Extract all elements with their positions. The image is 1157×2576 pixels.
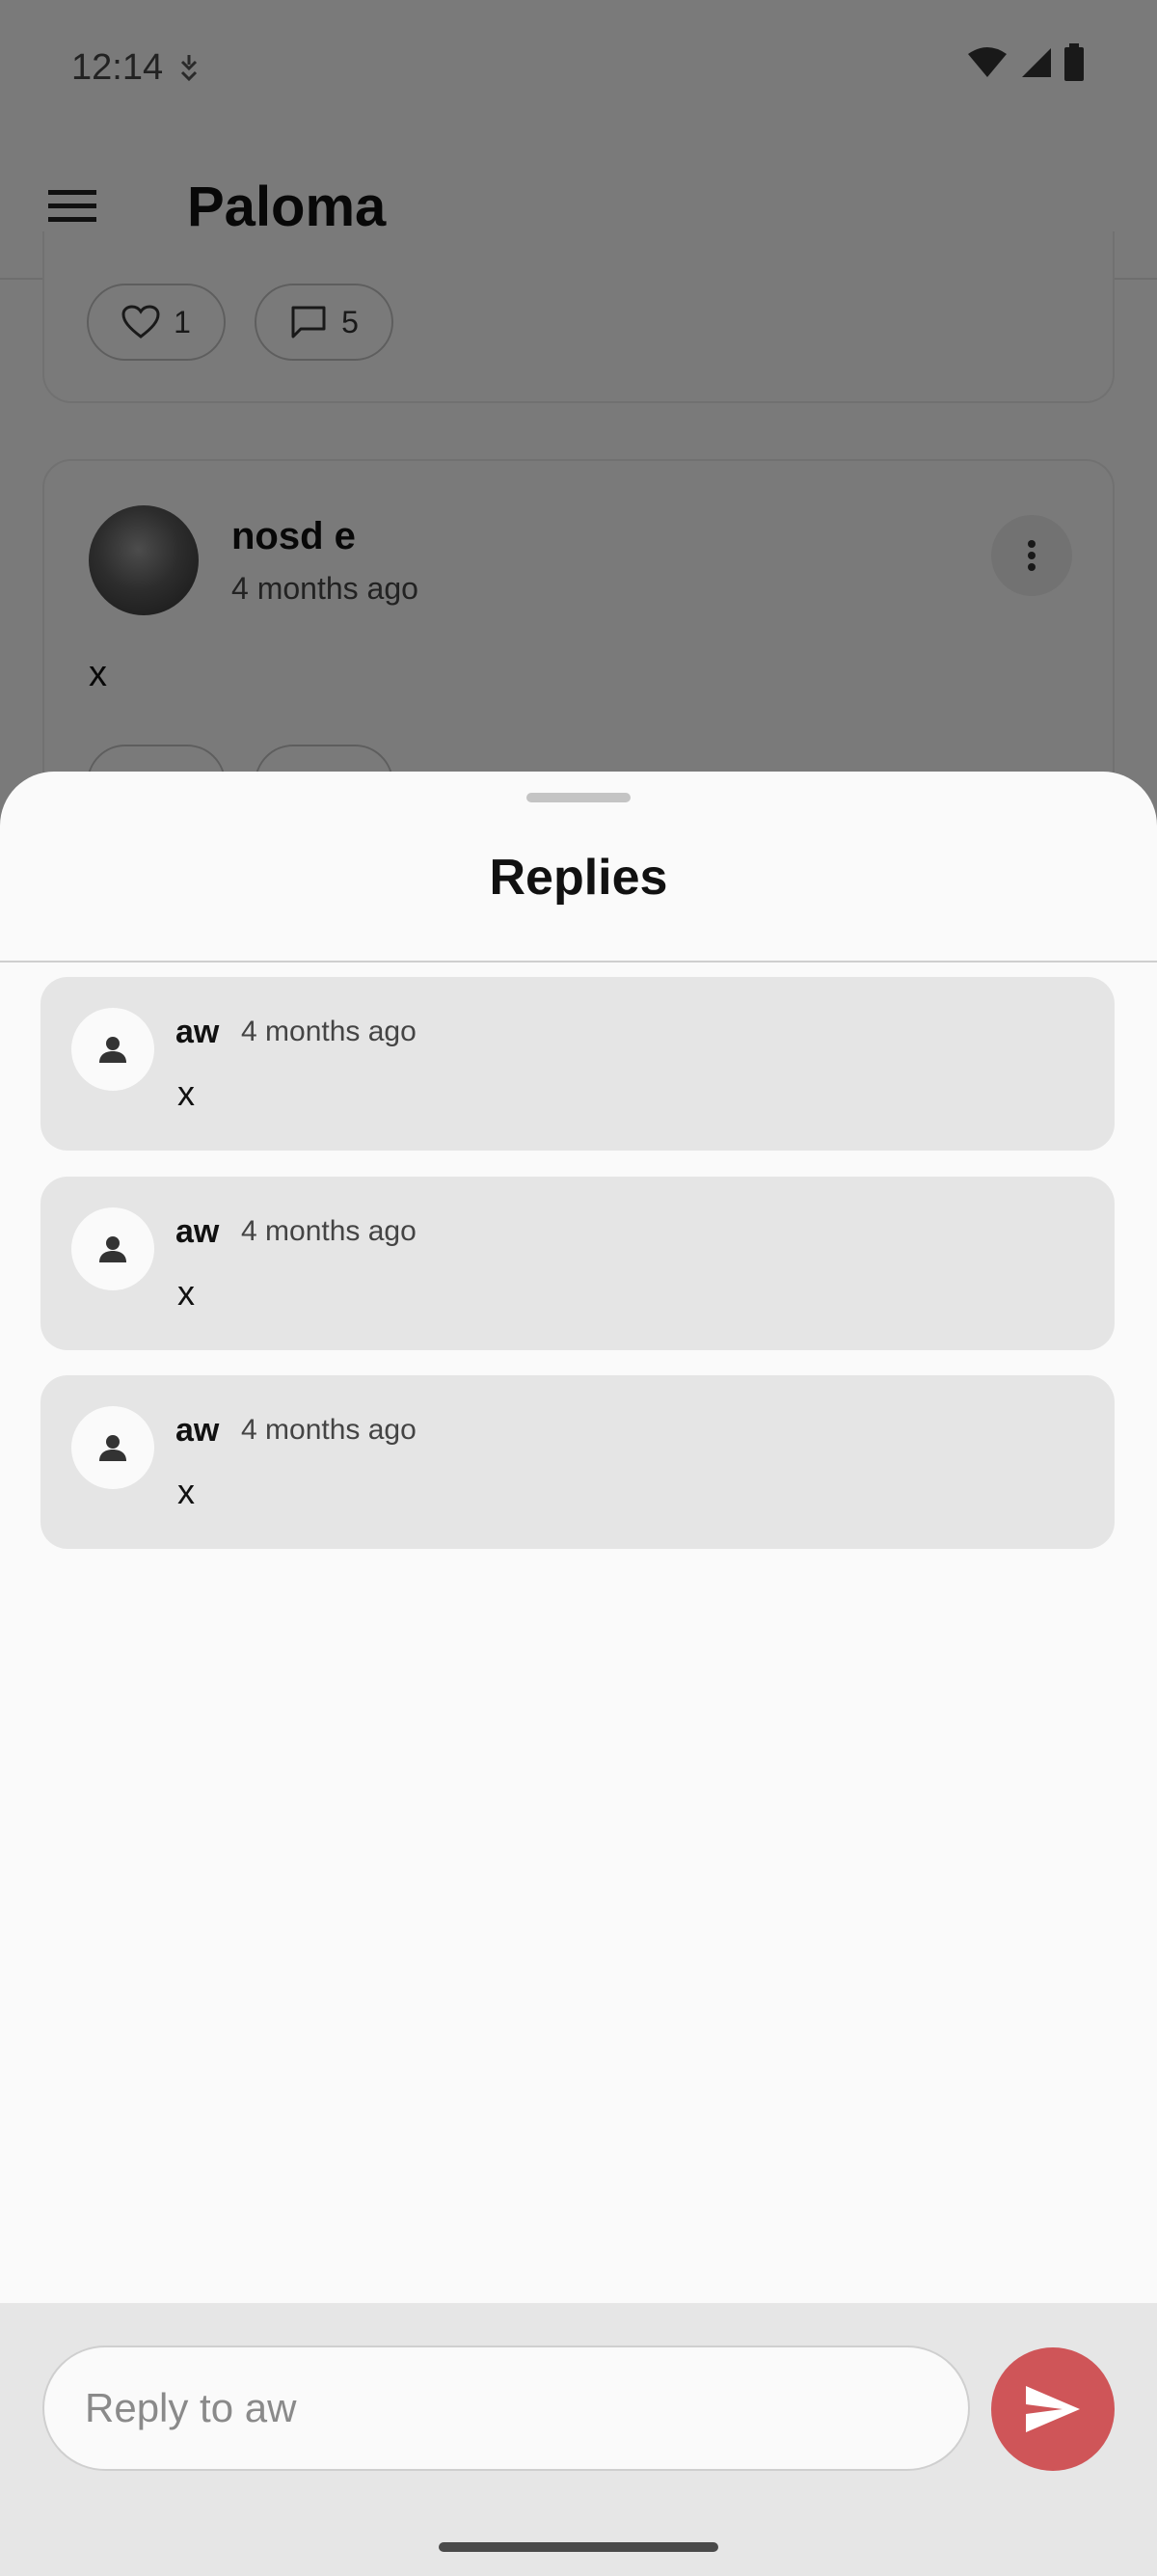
avatar (71, 1406, 154, 1489)
reply-text: x (177, 1472, 195, 1511)
drag-handle[interactable] (526, 793, 631, 802)
reply-input[interactable] (42, 2346, 970, 2471)
reply-time: 4 months ago (241, 1215, 417, 1247)
reply-time: 4 months ago (241, 1414, 417, 1446)
reply-author: aw (175, 1213, 220, 1250)
send-button[interactable] (991, 2347, 1115, 2471)
person-icon (98, 1433, 127, 1462)
person-icon (98, 1035, 127, 1064)
avatar (71, 1207, 154, 1290)
reply-text: x (177, 1073, 195, 1113)
reply-card[interactable]: aw 4 months ago x (40, 1177, 1115, 1350)
divider (0, 961, 1157, 963)
reply-card[interactable]: aw 4 months ago x (40, 1375, 1115, 1549)
reply-author: aw (175, 1412, 220, 1449)
sheet-title: Replies (489, 850, 668, 906)
home-indicator (439, 2542, 718, 2552)
reply-card[interactable]: aw 4 months ago x (40, 977, 1115, 1151)
reply-composer (0, 2303, 1157, 2576)
send-icon (1024, 2384, 1082, 2434)
reply-time: 4 months ago (241, 1016, 417, 1047)
person-icon (98, 1234, 127, 1263)
reply-text: x (177, 1273, 195, 1313)
avatar (71, 1008, 154, 1091)
reply-author: aw (175, 1014, 220, 1050)
